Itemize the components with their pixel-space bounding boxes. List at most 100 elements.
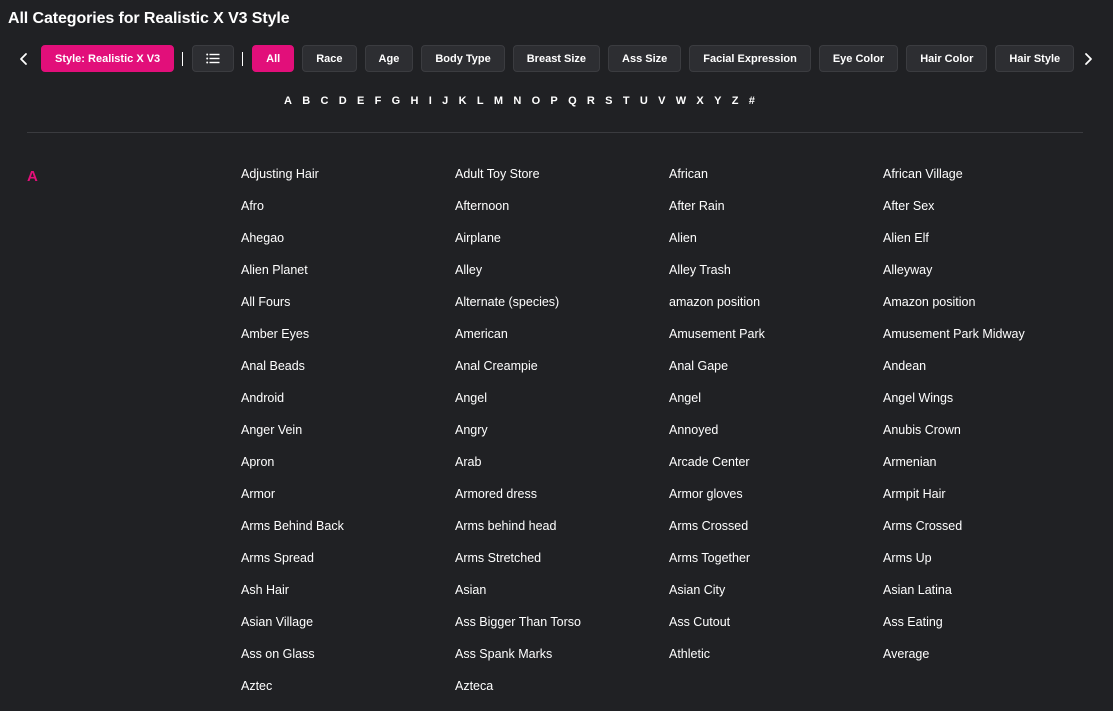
category-link[interactable]: All Fours	[241, 294, 455, 326]
chip-hair-style[interactable]: Hair Style	[995, 45, 1075, 72]
alphabet-letter[interactable]: Y	[714, 95, 721, 107]
category-link[interactable]: Arcade Center	[669, 454, 883, 486]
category-link[interactable]: Arms behind head	[455, 518, 669, 550]
prev-button[interactable]	[12, 44, 36, 73]
category-link[interactable]: Airplane	[455, 230, 669, 262]
alphabet-letter[interactable]: O	[532, 95, 541, 107]
alphabet-letter[interactable]: I	[429, 95, 432, 107]
category-link[interactable]: Arms Crossed	[669, 518, 883, 550]
category-link[interactable]: Asian Village	[241, 614, 455, 646]
chip-ass-size[interactable]: Ass Size	[608, 45, 682, 72]
category-link[interactable]: Ash Hair	[241, 582, 455, 614]
alphabet-letter[interactable]: S	[605, 95, 612, 107]
category-link[interactable]: Armored dress	[455, 486, 669, 518]
category-link[interactable]: African Village	[883, 166, 1097, 198]
category-link[interactable]: Angel Wings	[883, 390, 1097, 422]
alphabet-letter[interactable]: P	[550, 95, 557, 107]
category-link[interactable]: Arms Behind Back	[241, 518, 455, 550]
category-link[interactable]: Armor	[241, 486, 455, 518]
category-link[interactable]: Andean	[883, 358, 1097, 390]
alphabet-letter[interactable]: C	[321, 95, 329, 107]
alphabet-letter[interactable]: J	[442, 95, 448, 107]
category-link[interactable]: Alien	[669, 230, 883, 262]
alphabet-letter[interactable]: Q	[568, 95, 577, 107]
category-link[interactable]: Angry	[455, 422, 669, 454]
chip-breast-size[interactable]: Breast Size	[512, 45, 601, 72]
category-link[interactable]: Anubis Crown	[883, 422, 1097, 454]
alphabet-letter[interactable]: H	[411, 95, 419, 107]
category-link[interactable]: Armor gloves	[669, 486, 883, 518]
alphabet-letter[interactable]: X	[696, 95, 703, 107]
category-link[interactable]: Anal Beads	[241, 358, 455, 390]
chip-facial-expression[interactable]: Facial Expression	[689, 45, 811, 72]
category-link[interactable]: Arms Up	[883, 550, 1097, 582]
category-link[interactable]: Arms Together	[669, 550, 883, 582]
category-link[interactable]: American	[455, 326, 669, 358]
category-link[interactable]: Adult Toy Store	[455, 166, 669, 198]
alphabet-letter[interactable]: R	[587, 95, 595, 107]
category-link[interactable]: Amusement Park	[669, 326, 883, 358]
category-link[interactable]: Ass on Glass	[241, 646, 455, 678]
category-link[interactable]: After Sex	[883, 198, 1097, 230]
chip-eye-color[interactable]: Eye Color	[818, 45, 899, 72]
category-link[interactable]: Arms Stretched	[455, 550, 669, 582]
category-link[interactable]: Anal Gape	[669, 358, 883, 390]
alphabet-letter[interactable]: Z	[732, 95, 739, 107]
category-link[interactable]: Arms Crossed	[883, 518, 1097, 550]
alphabet-letter[interactable]: W	[676, 95, 686, 107]
category-link[interactable]: Alley Trash	[669, 262, 883, 294]
category-link[interactable]: Asian	[455, 582, 669, 614]
category-link[interactable]: Asian City	[669, 582, 883, 614]
category-link[interactable]: Anger Vein	[241, 422, 455, 454]
category-link[interactable]: Arab	[455, 454, 669, 486]
alphabet-letter[interactable]: K	[459, 95, 467, 107]
alphabet-letter[interactable]: E	[357, 95, 364, 107]
category-link[interactable]: Alleyway	[883, 262, 1097, 294]
category-link[interactable]: Angel	[669, 390, 883, 422]
category-link[interactable]: Adjusting Hair	[241, 166, 455, 198]
category-link[interactable]: Arms Spread	[241, 550, 455, 582]
alphabet-letter[interactable]: F	[375, 95, 382, 107]
category-link[interactable]: Azteca	[455, 678, 669, 710]
alphabet-letter[interactable]: M	[494, 95, 503, 107]
category-link[interactable]: Athletic	[669, 646, 883, 678]
category-link[interactable]: Ass Cutout	[669, 614, 883, 646]
alphabet-letter[interactable]: #	[749, 95, 755, 107]
category-link[interactable]: Ass Eating	[883, 614, 1097, 646]
category-link[interactable]: After Rain	[669, 198, 883, 230]
category-link[interactable]: Angel	[455, 390, 669, 422]
category-link[interactable]: Alien Planet	[241, 262, 455, 294]
category-link[interactable]: Amber Eyes	[241, 326, 455, 358]
category-link[interactable]: Armpit Hair	[883, 486, 1097, 518]
alphabet-letter[interactable]: G	[392, 95, 401, 107]
category-link[interactable]: Afternoon	[455, 198, 669, 230]
chip-body-type[interactable]: Body Type	[421, 45, 505, 72]
alphabet-letter[interactable]: V	[658, 95, 665, 107]
chip-race[interactable]: Race	[302, 45, 357, 72]
category-link[interactable]: Android	[241, 390, 455, 422]
category-link[interactable]: Amusement Park Midway	[883, 326, 1097, 358]
style-chip[interactable]: Style: Realistic X V3	[41, 45, 175, 72]
chip-age[interactable]: Age	[364, 45, 414, 72]
category-link[interactable]: Ahegao	[241, 230, 455, 262]
category-link[interactable]: Armenian	[883, 454, 1097, 486]
category-link[interactable]: Annoyed	[669, 422, 883, 454]
alphabet-letter[interactable]: D	[339, 95, 347, 107]
chip-hair-color[interactable]: Hair Color	[906, 45, 988, 72]
alphabet-letter[interactable]: A	[284, 95, 292, 107]
alphabet-letter[interactable]: B	[302, 95, 310, 107]
alphabet-letter[interactable]: U	[640, 95, 648, 107]
category-link[interactable]: Ass Spank Marks	[455, 646, 669, 678]
alphabet-letter[interactable]: T	[623, 95, 630, 107]
category-link[interactable]: amazon position	[669, 294, 883, 326]
category-link[interactable]: Alternate (species)	[455, 294, 669, 326]
category-link[interactable]: Amazon position	[883, 294, 1097, 326]
chip-all[interactable]: All	[252, 45, 295, 72]
category-link[interactable]: Apron	[241, 454, 455, 486]
category-link[interactable]: Alien Elf	[883, 230, 1097, 262]
category-link[interactable]: Asian Latina	[883, 582, 1097, 614]
category-link[interactable]: Alley	[455, 262, 669, 294]
alphabet-letter[interactable]: L	[477, 95, 484, 107]
category-link[interactable]: Aztec	[241, 678, 455, 710]
category-link[interactable]: Anal Creampie	[455, 358, 669, 390]
